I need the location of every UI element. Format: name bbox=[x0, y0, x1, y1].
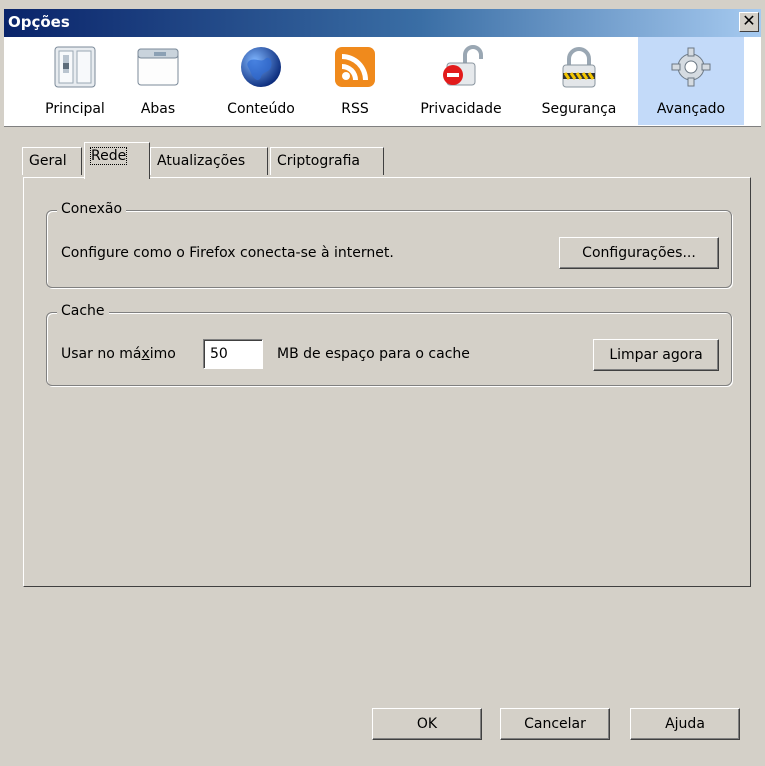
cache-unit-label: MB de espaço para o cache bbox=[277, 346, 470, 362]
window-tabs-icon bbox=[137, 48, 179, 86]
pane-privacidade[interactable]: Privacidade bbox=[412, 37, 510, 125]
clear-cache-button[interactable]: Limpar agora bbox=[593, 339, 719, 371]
tab-rede[interactable]: Rede bbox=[84, 142, 150, 179]
pane-rss[interactable]: RSS bbox=[324, 37, 386, 125]
help-button[interactable]: Ajuda bbox=[630, 708, 740, 740]
cache-legend: Cache bbox=[57, 303, 109, 319]
tab-panel-rede: Conexão Configure como o Firefox conecta… bbox=[23, 177, 751, 587]
connection-group: Conexão Configure como o Firefox conecta… bbox=[46, 201, 732, 288]
gear-icon bbox=[671, 47, 711, 87]
pane-label: Avançado bbox=[656, 101, 726, 117]
pane-toolbar: Principal Abas Conteúdo RSS Privacidade … bbox=[4, 37, 761, 127]
tab-atualizacoes[interactable]: Atualizações bbox=[150, 147, 268, 175]
globe-icon bbox=[241, 47, 281, 87]
pane-principal[interactable]: Principal bbox=[32, 37, 118, 125]
pane-abas[interactable]: Abas bbox=[126, 37, 190, 125]
rss-icon bbox=[335, 47, 375, 87]
options-dialog: Opções ✕ Principal Abas Conteúdo RSS Pri… bbox=[0, 0, 765, 766]
ok-button[interactable]: OK bbox=[372, 708, 482, 740]
close-icon: ✕ bbox=[742, 11, 756, 30]
connection-settings-button[interactable]: Configurações... bbox=[559, 237, 719, 269]
pane-label: Segurança bbox=[541, 101, 617, 117]
pane-label: RSS bbox=[341, 101, 369, 117]
connection-description: Configure como o Firefox conecta-se à in… bbox=[61, 245, 394, 261]
lock-open-icon bbox=[443, 45, 483, 86]
tab-criptografia[interactable]: Criptografia bbox=[270, 147, 384, 175]
tab-geral[interactable]: Geral bbox=[22, 147, 82, 175]
cache-size-input[interactable]: 50 bbox=[203, 339, 263, 369]
connection-legend: Conexão bbox=[57, 201, 127, 217]
close-button[interactable]: ✕ bbox=[739, 12, 759, 32]
pane-label: Privacidade bbox=[420, 101, 502, 117]
padlock-icon bbox=[562, 47, 596, 88]
pane-seguranca[interactable]: Segurança bbox=[530, 37, 628, 125]
pane-label: Abas bbox=[140, 101, 176, 117]
cache-group: Cache Usar no máximo 50 MB de espaço par… bbox=[46, 303, 732, 386]
title-bar[interactable]: Opções ✕ bbox=[4, 9, 761, 37]
window-title: Opções bbox=[8, 13, 70, 31]
pane-label: Principal bbox=[45, 101, 105, 117]
pane-avancado[interactable]: Avançado bbox=[638, 37, 744, 125]
pane-conteudo[interactable]: Conteúdo bbox=[216, 37, 306, 125]
cache-max-label: Usar no máximo bbox=[61, 346, 176, 362]
switch-icon bbox=[54, 46, 96, 88]
pane-label: Conteúdo bbox=[227, 101, 295, 117]
cancel-button[interactable]: Cancelar bbox=[500, 708, 610, 740]
